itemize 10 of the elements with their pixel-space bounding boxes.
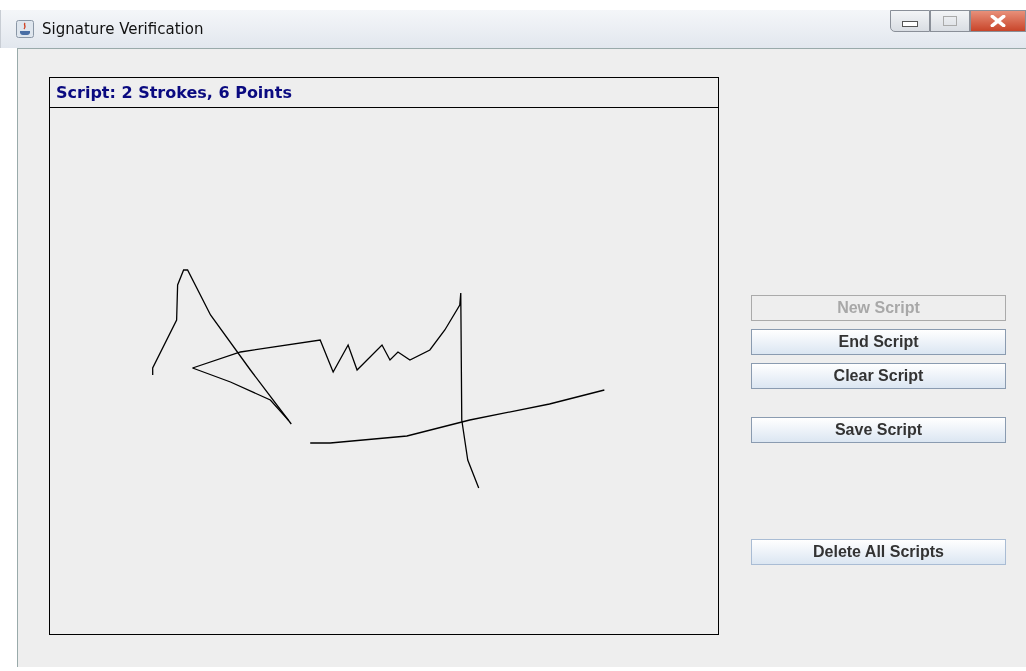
- action-button[interactable]: Save Script: [751, 417, 1006, 443]
- close-icon: [990, 15, 1006, 27]
- action-button[interactable]: End Script: [751, 329, 1006, 355]
- window-title: Signature Verification: [42, 20, 204, 38]
- panel-header: Script: 2 Strokes, 6 Points: [50, 78, 718, 108]
- app-icon: [16, 20, 34, 38]
- action-button[interactable]: Delete All Scripts: [751, 539, 1006, 565]
- minimize-button[interactable]: [890, 10, 930, 32]
- close-button[interactable]: [970, 10, 1026, 32]
- action-button[interactable]: Clear Script: [751, 363, 1006, 389]
